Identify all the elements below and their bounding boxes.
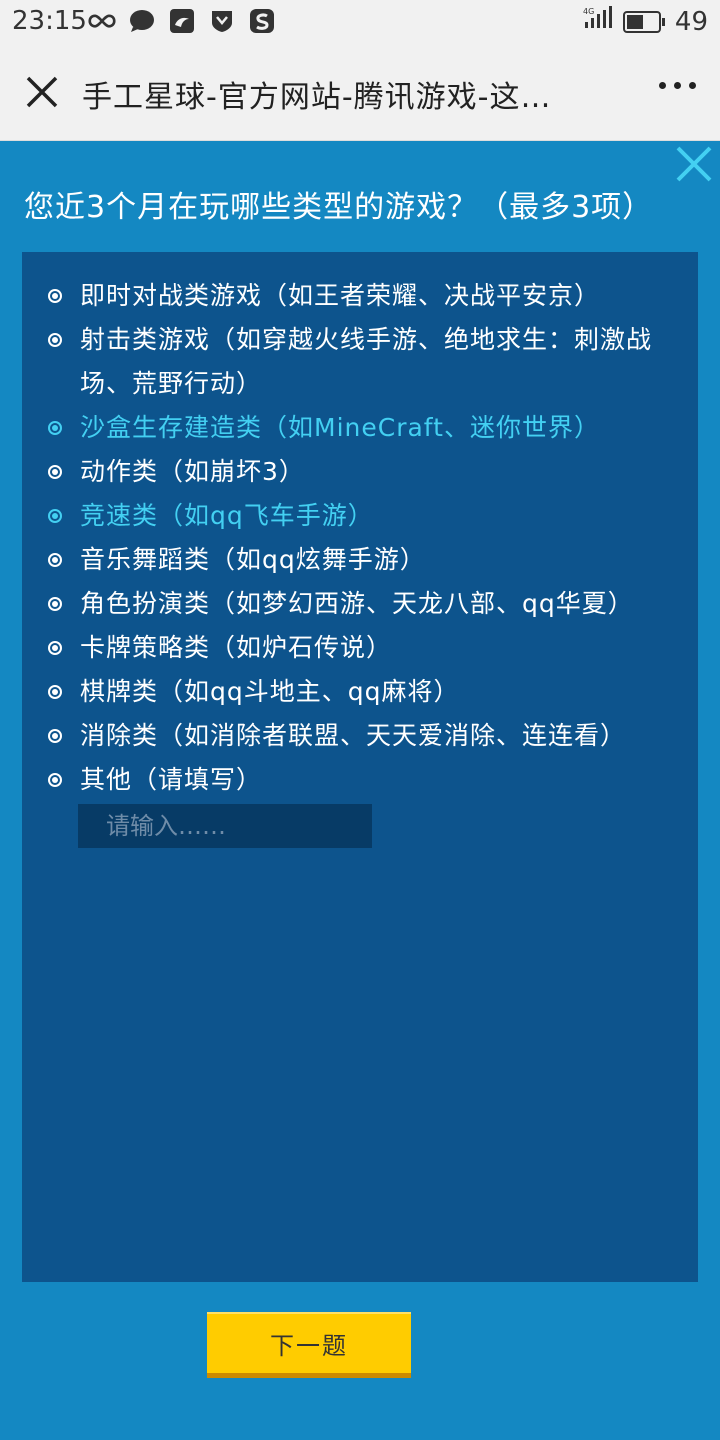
option-label: 角色扮演类（如梦幻西游、天龙八部、qq华夏） <box>80 589 634 618</box>
option-item[interactable]: 音乐舞蹈类（如qq炫舞手游） <box>48 538 678 582</box>
uc-browser-icon <box>168 8 196 34</box>
radio-icon <box>48 597 62 611</box>
close-icon[interactable] <box>24 74 60 110</box>
sogou-icon <box>248 8 276 34</box>
option-item[interactable]: 即时对战类游戏（如王者荣耀、决战平安京） <box>48 274 678 318</box>
option-item-other[interactable]: 其他（请填写） <box>48 758 678 802</box>
status-right: 4G 49 <box>583 6 708 37</box>
option-label: 棋牌类（如qq斗地主、qq麻将） <box>80 677 460 706</box>
radio-icon <box>48 729 62 743</box>
svg-text:4G: 4G <box>583 7 594 16</box>
option-label: 竞速类（如qq飞车手游） <box>80 501 374 530</box>
battery-icon <box>622 10 665 33</box>
option-label: 卡牌策略类（如炉石传说） <box>80 633 393 662</box>
radio-icon <box>48 333 62 347</box>
options-panel: 即时对战类游戏（如王者荣耀、决战平安京） 射击类游戏（如穿越火线手游、绝地求生：… <box>22 252 698 1282</box>
notification-icons <box>88 8 276 34</box>
other-input[interactable] <box>78 804 372 848</box>
chat-bubble-icon <box>128 8 156 34</box>
option-item[interactable]: 角色扮演类（如梦幻西游、天龙八部、qq华夏） <box>48 582 678 626</box>
browser-title-bar: 手工星球-官方网站-腾讯游戏-这… <box>0 44 720 141</box>
shield-app-icon <box>208 8 236 34</box>
next-question-button[interactable]: 下一题 <box>207 1312 411 1378</box>
option-label: 沙盒生存建造类（如MineCraft、迷你世界） <box>80 413 600 442</box>
battery-level: 49 <box>674 6 708 37</box>
option-item[interactable]: 卡牌策略类（如炉石传说） <box>48 626 678 670</box>
radio-icon <box>48 685 62 699</box>
option-item[interactable]: 动作类（如崩坏3） <box>48 450 678 494</box>
signal-icon: 4G <box>583 6 615 37</box>
radio-icon <box>48 641 62 655</box>
radio-icon <box>48 509 62 523</box>
radio-icon <box>48 421 62 435</box>
option-label: 动作类（如崩坏3） <box>80 457 305 486</box>
option-label: 其他（请填写） <box>80 765 263 794</box>
option-label: 射击类游戏（如穿越火线手游、绝地求生：刺激战场、荒野行动） <box>80 325 653 398</box>
page-title: 手工星球-官方网站-腾讯游戏-这… <box>82 80 552 115</box>
radio-icon <box>48 773 62 787</box>
status-time: 23:15 <box>12 6 87 36</box>
more-menu-icon[interactable] <box>659 82 696 89</box>
option-item[interactable]: 沙盒生存建造类（如MineCraft、迷你世界） <box>48 406 678 450</box>
infinity-icon <box>88 8 116 34</box>
option-list: 即时对战类游戏（如王者荣耀、决战平安京） 射击类游戏（如穿越火线手游、绝地求生：… <box>48 274 678 802</box>
radio-icon <box>48 289 62 303</box>
survey-close-icon[interactable] <box>674 144 714 184</box>
option-label: 消除类（如消除者联盟、天天爱消除、连连看） <box>80 721 627 750</box>
option-item[interactable]: 竞速类（如qq飞车手游） <box>48 494 678 538</box>
option-label: 即时对战类游戏（如王者荣耀、决战平安京） <box>80 281 601 310</box>
radio-icon <box>48 553 62 567</box>
status-bar: 23:15 4G 49 <box>0 0 720 44</box>
question-title: 您近3个月在玩哪些类型的游戏？（最多3项） <box>24 190 654 225</box>
option-label: 音乐舞蹈类（如qq炫舞手游） <box>80 545 426 574</box>
option-item[interactable]: 棋牌类（如qq斗地主、qq麻将） <box>48 670 678 714</box>
option-item[interactable]: 消除类（如消除者联盟、天天爱消除、连连看） <box>48 714 678 758</box>
option-item[interactable]: 射击类游戏（如穿越火线手游、绝地求生：刺激战场、荒野行动） <box>48 318 678 406</box>
radio-icon <box>48 465 62 479</box>
